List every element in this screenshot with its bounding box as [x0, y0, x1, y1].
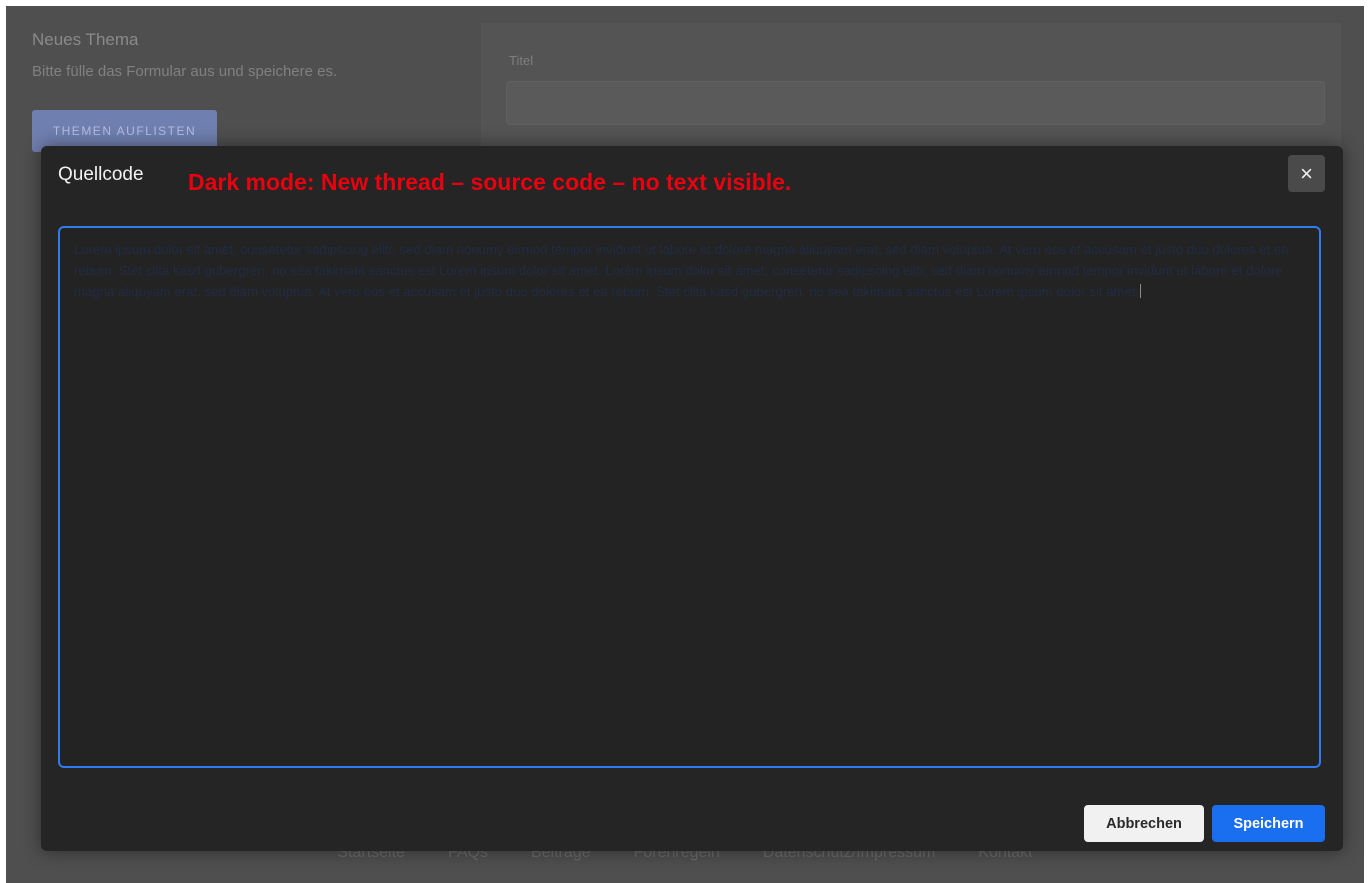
modal-title: Quellcode [58, 164, 144, 185]
source-code-modal: Quellcode Dark mode: New thread – source… [41, 146, 1343, 851]
source-code-text: Lorem ipsum dolor sit amet, consetetur s… [74, 242, 1289, 299]
annotation-text: Dark mode: New thread – source code – no… [188, 169, 792, 195]
close-button[interactable]: × [1288, 155, 1325, 192]
page-title: Neues Thema [32, 30, 139, 49]
text-caret [1140, 283, 1142, 298]
title-field-label: Titel [509, 53, 534, 68]
source-code-textarea[interactable]: Lorem ipsum dolor sit amet, consetetur s… [58, 226, 1321, 768]
page-subtitle: Bitte fülle das Formular aus und speiche… [32, 63, 338, 80]
save-button[interactable]: Speichern [1212, 805, 1325, 842]
title-input[interactable] [506, 81, 1325, 125]
close-icon: × [1300, 160, 1313, 186]
cancel-button[interactable]: Abbrechen [1084, 805, 1204, 842]
